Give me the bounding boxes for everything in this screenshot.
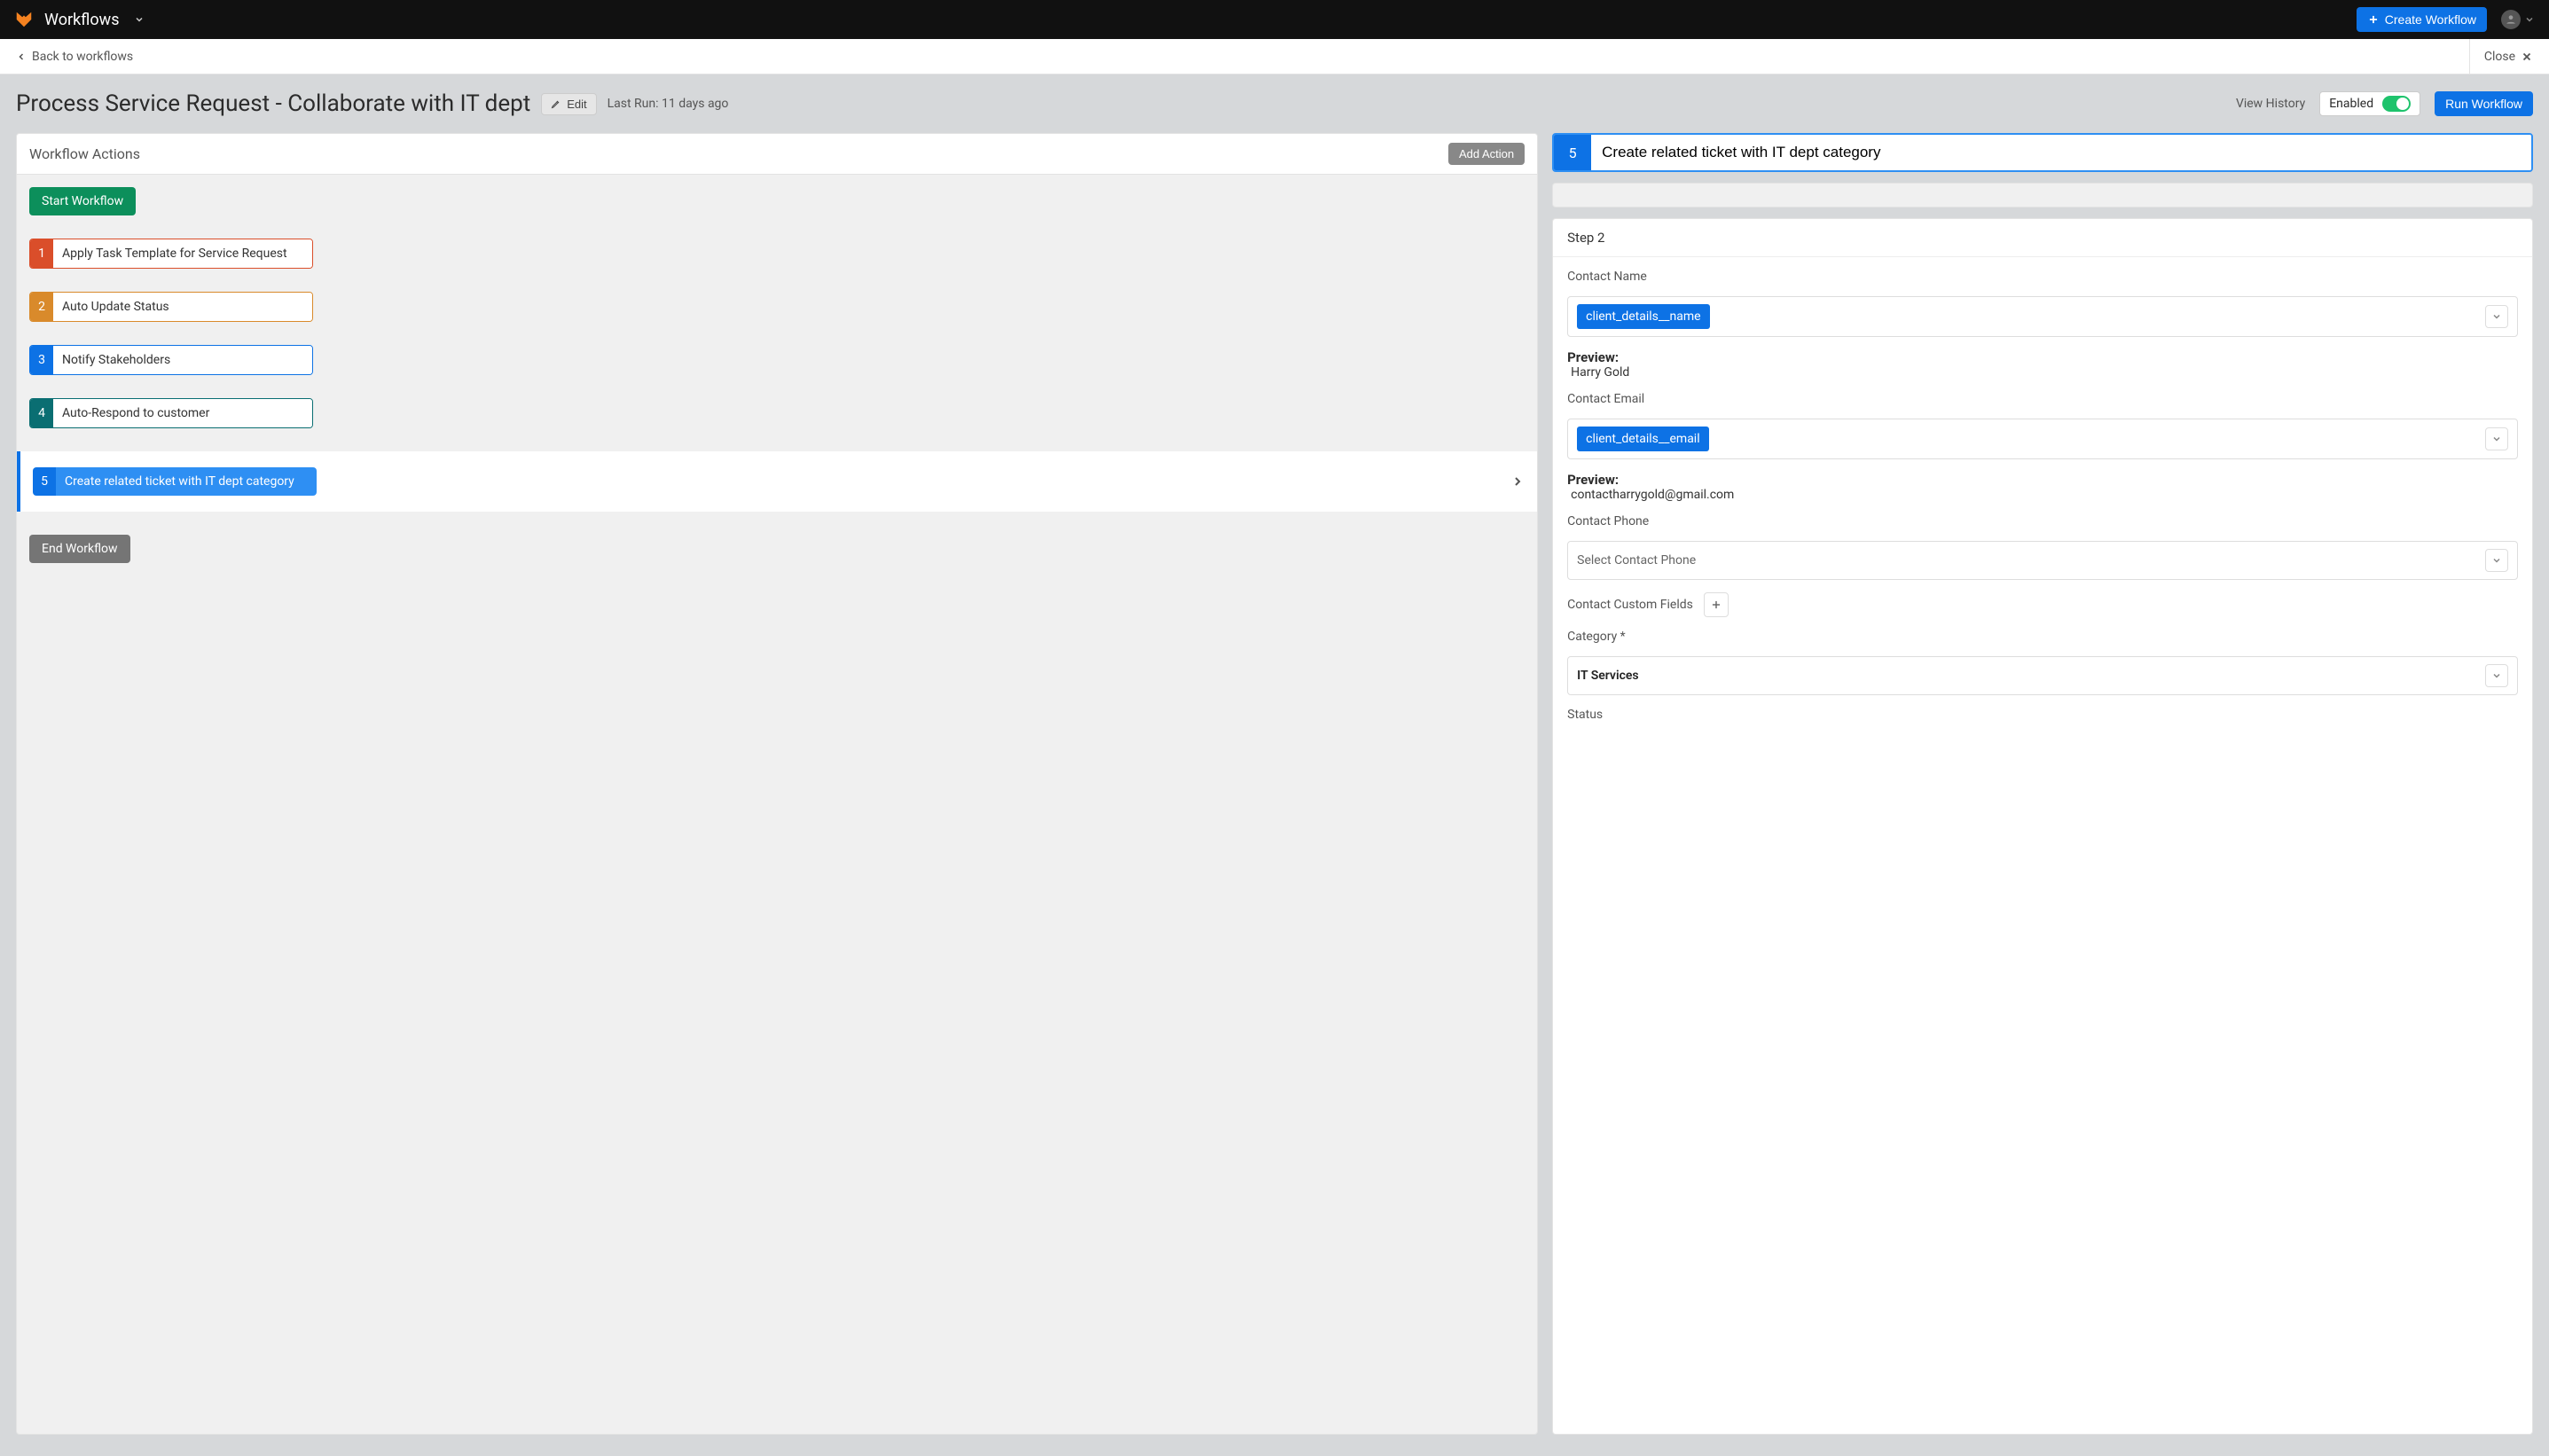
chevron-down-icon[interactable]	[134, 14, 145, 25]
run-workflow-button[interactable]: Run Workflow	[2435, 91, 2533, 116]
contact-name-select[interactable]: client_details__name	[1567, 296, 2518, 337]
contact-phone-select[interactable]: Select Contact Phone	[1567, 541, 2518, 580]
chevron-down-icon	[2485, 305, 2508, 328]
contact-phone-placeholder: Select Contact Phone	[1577, 553, 1696, 568]
step-card: Step 2 Contact Name client_details__name…	[1552, 218, 2533, 1435]
contact-name-label: Contact Name	[1567, 270, 2518, 284]
action-item-4[interactable]: 4 Auto-Respond to customer	[29, 398, 313, 428]
category-select[interactable]: IT Services	[1567, 656, 2518, 695]
category-value: IT Services	[1577, 669, 1639, 683]
action-item-1[interactable]: 1 Apply Task Template for Service Reques…	[29, 239, 313, 269]
plus-icon	[2367, 13, 2380, 26]
end-workflow-pill[interactable]: End Workflow	[29, 535, 130, 563]
contact-email-select[interactable]: client_details__email	[1567, 419, 2518, 459]
step-title: Step 2	[1553, 219, 2532, 257]
chevron-down-icon	[2485, 664, 2508, 687]
chevron-down-icon	[2485, 427, 2508, 450]
preview-label: Preview:	[1567, 349, 2518, 365]
preview-label: Preview:	[1567, 472, 2518, 488]
contact-phone-label: Contact Phone	[1567, 514, 2518, 528]
user-menu[interactable]	[2501, 10, 2535, 29]
custom-fields-label: Contact Custom Fields	[1567, 598, 1693, 612]
action-number-badge: 5	[1554, 135, 1591, 170]
contact-email-chip: client_details__email	[1577, 427, 1709, 451]
spacer-bar	[1552, 183, 2533, 207]
add-custom-field-button[interactable]	[1704, 592, 1729, 617]
page-title: Process Service Request - Collaborate wi…	[16, 90, 530, 117]
action-title-input[interactable]	[1591, 135, 2531, 170]
start-workflow-pill[interactable]: Start Workflow	[29, 187, 136, 215]
contact-name-chip: client_details__name	[1577, 304, 1709, 329]
last-run-text: Last Run: 11 days ago	[608, 97, 729, 111]
pencil-icon	[551, 98, 561, 109]
chevron-down-icon	[2485, 549, 2508, 572]
status-label: Status	[1567, 708, 2518, 722]
view-history-link[interactable]: View History	[2236, 97, 2305, 111]
avatar-icon	[2501, 10, 2521, 29]
back-to-workflows-link[interactable]: Back to workflows	[16, 50, 133, 64]
edit-button[interactable]: Edit	[541, 93, 596, 115]
top-bar: Workflows Create Workflow	[0, 0, 2549, 39]
contact-email-preview: contactharrygold@gmail.com	[1567, 488, 2518, 502]
sub-bar: Back to workflows Close	[0, 39, 2549, 74]
category-label: Category	[1567, 630, 2518, 644]
close-icon	[2521, 51, 2533, 63]
app-logo-icon	[14, 10, 34, 29]
contact-name-preview: Harry Gold	[1567, 365, 2518, 380]
chevron-right-icon	[1510, 474, 1525, 489]
action-item-3[interactable]: 3 Notify Stakeholders	[29, 345, 313, 375]
title-bar: Process Service Request - Collaborate wi…	[0, 74, 2549, 133]
add-action-button[interactable]: Add Action	[1448, 143, 1525, 165]
close-button[interactable]: Close	[2469, 39, 2533, 74]
enabled-toggle[interactable]: Enabled	[2319, 91, 2420, 116]
action-item-2[interactable]: 2 Auto Update Status	[29, 292, 313, 322]
action-item-5-selected[interactable]: 5 Create related ticket with IT dept cat…	[17, 451, 1537, 512]
app-section-title[interactable]: Workflows	[44, 11, 120, 29]
switch-on-icon	[2382, 96, 2411, 112]
workflow-actions-panel: Workflow Actions Add Action Start Workfl…	[16, 133, 1538, 1435]
create-workflow-button[interactable]: Create Workflow	[2357, 7, 2487, 32]
action-detail-panel: 5 Step 2 Contact Name client_details__na…	[1552, 133, 2533, 1435]
action-title-input-wrap: 5	[1552, 133, 2533, 172]
workflow-actions-title: Workflow Actions	[29, 145, 140, 162]
contact-email-label: Contact Email	[1567, 392, 2518, 406]
